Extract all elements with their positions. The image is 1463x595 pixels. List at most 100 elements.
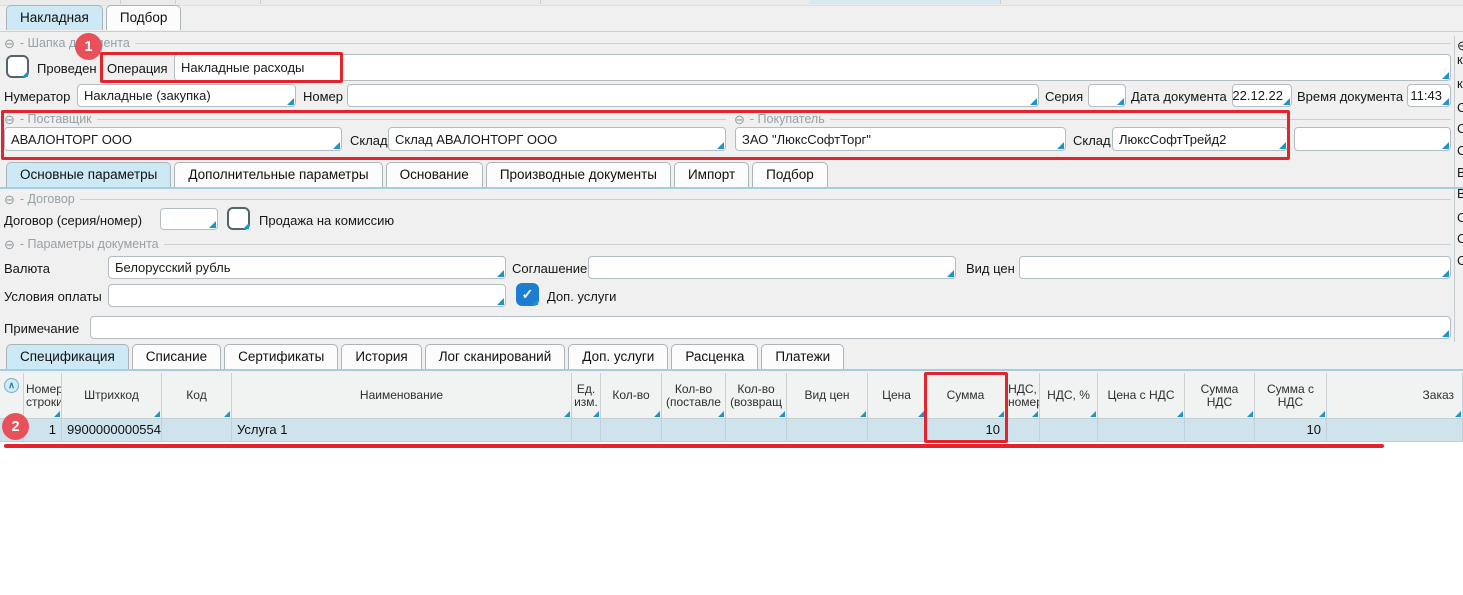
window-tab-1[interactable]: Подбор <box>106 5 182 30</box>
column-header-7[interactable]: Кол-во (возвращ <box>726 373 787 418</box>
clipped-label: С <box>1457 143 1463 159</box>
column-header-label: Цена <box>870 389 923 402</box>
sort-filter-triangle-icon[interactable] <box>1177 411 1183 417</box>
spec-tab-4[interactable]: Лог сканирований <box>425 344 566 369</box>
operation-field[interactable]: Накладные расходы <box>174 54 1451 81</box>
param-tab-0[interactable]: Основные параметры <box>6 162 171 187</box>
sort-filter-triangle-icon[interactable] <box>593 411 599 417</box>
sort-filter-triangle-icon[interactable] <box>224 411 230 417</box>
clipped-label: к <box>1457 52 1463 68</box>
cell-1[interactable]: 9900000000554 <box>62 419 162 441</box>
cell-4[interactable] <box>572 419 601 441</box>
cell-9[interactable] <box>868 419 926 441</box>
column-header-15[interactable]: Сумма с НДС <box>1255 373 1327 418</box>
column-header-2[interactable]: Код <box>162 373 232 418</box>
spec-tab-1[interactable]: Списание <box>132 344 221 369</box>
group-title: Договор <box>20 192 75 206</box>
sort-filter-triangle-icon[interactable] <box>1090 411 1096 417</box>
document-time-field[interactable]: 11:43 <box>1407 84 1451 107</box>
param-tab-5[interactable]: Подбор <box>752 162 828 187</box>
spec-tab-6[interactable]: Расценка <box>671 344 758 369</box>
cell-8[interactable] <box>787 419 868 441</box>
sort-filter-triangle-icon[interactable] <box>779 411 785 417</box>
annotation-badge-2: 2 <box>2 413 29 440</box>
series-field[interactable] <box>1088 84 1126 107</box>
column-header-11[interactable]: НДС, номер <box>1006 373 1040 418</box>
cell-12[interactable] <box>1040 419 1098 441</box>
column-header-0[interactable]: Номер строки <box>24 373 62 418</box>
column-header-13[interactable]: Цена с НДС <box>1098 373 1185 418</box>
spec-tab-7[interactable]: Платежи <box>761 344 844 369</box>
sort-filter-triangle-icon[interactable] <box>564 411 570 417</box>
param-tab-4[interactable]: Импорт <box>674 162 749 187</box>
cell-6[interactable] <box>662 419 726 441</box>
spec-tab-3[interactable]: История <box>341 344 421 369</box>
sort-filter-triangle-icon[interactable] <box>54 411 60 417</box>
numerator-field[interactable]: Накладные (закупка) <box>77 84 296 107</box>
cell-5[interactable] <box>601 419 662 441</box>
parameters-tabbar-underline <box>0 187 1463 189</box>
extra-services-checkbox[interactable]: ✓ <box>516 283 539 306</box>
collapse-group-icon[interactable]: ⊖ <box>4 238 15 251</box>
sort-filter-triangle-icon[interactable] <box>654 411 660 417</box>
number-field[interactable] <box>347 84 1039 107</box>
currency-field[interactable]: Белорусский рубль <box>108 256 506 279</box>
cell-13[interactable] <box>1098 419 1185 441</box>
column-header-9[interactable]: Цена <box>868 373 926 418</box>
column-header-6[interactable]: Кол-во (поставле <box>662 373 726 418</box>
cell-3[interactable]: Услуга 1 <box>232 419 572 441</box>
sort-filter-triangle-icon[interactable] <box>860 411 866 417</box>
column-header-4[interactable]: Ед. изм. <box>572 373 601 418</box>
param-tab-3[interactable]: Производные документы <box>486 162 671 187</box>
document-date-field[interactable]: 22.12.22 <box>1232 84 1292 107</box>
cell-0[interactable]: 1 <box>24 419 62 441</box>
column-header-16[interactable]: Заказ <box>1327 373 1463 418</box>
collapse-group-icon[interactable]: ⊖ <box>4 37 15 50</box>
cell-15[interactable]: 10 <box>1255 419 1327 441</box>
table-row[interactable]: 19900000000554Услуга 11010 <box>0 419 1463 442</box>
price-kind-field[interactable] <box>1019 256 1451 279</box>
column-header-5[interactable]: Кол-во <box>601 373 662 418</box>
column-header-14[interactable]: Сумма НДС <box>1185 373 1255 418</box>
clipped-label: С <box>1457 231 1463 247</box>
spec-tab-2[interactable]: Сертификаты <box>224 344 338 369</box>
sort-filter-triangle-icon[interactable] <box>1319 411 1325 417</box>
column-header-3[interactable]: Наименование <box>232 373 572 418</box>
sort-filter-triangle-icon[interactable] <box>1247 411 1253 417</box>
column-header-label: Вид цен <box>789 389 865 402</box>
app-window: НакладнаяПодбор ⊖ Шапка документа Провед… <box>0 0 1463 595</box>
sort-filter-triangle-icon[interactable] <box>1455 411 1461 417</box>
column-header-label: Кол-во (возвращ <box>728 383 784 409</box>
sort-filter-triangle-icon[interactable] <box>718 411 724 417</box>
column-header-1[interactable]: Штрихкод <box>62 373 162 418</box>
column-header-12[interactable]: НДС, % <box>1040 373 1098 418</box>
posted-label: Проведен <box>37 61 97 76</box>
window-tab-0[interactable]: Накладная <box>6 5 103 30</box>
cell-2[interactable] <box>162 419 232 441</box>
column-header-8[interactable]: Вид цен <box>787 373 868 418</box>
number-label: Номер <box>303 89 343 104</box>
clipped-label: С <box>1457 121 1463 137</box>
cell-7[interactable] <box>726 419 787 441</box>
posted-checkbox[interactable] <box>6 55 29 78</box>
column-header-label: Ед. изм. <box>574 383 598 409</box>
buyer-extra-field[interactable] <box>1294 127 1451 151</box>
column-header-label: Кол-во <box>603 389 659 402</box>
spec-tab-5[interactable]: Доп. услуги <box>568 344 668 369</box>
group-title: Параметры документа <box>20 237 159 251</box>
grid-collapse-button[interactable]: ∧ <box>4 378 19 393</box>
param-tab-2[interactable]: Основание <box>386 162 483 187</box>
cell-16[interactable] <box>1327 419 1463 441</box>
param-tab-1[interactable]: Дополнительные параметры <box>174 162 382 187</box>
cell-14[interactable] <box>1185 419 1255 441</box>
cell-11[interactable] <box>1006 419 1040 441</box>
spec-tab-0[interactable]: Спецификация <box>6 344 129 369</box>
note-field[interactable] <box>90 316 1451 339</box>
commission-checkbox[interactable] <box>227 207 250 230</box>
sort-filter-triangle-icon[interactable] <box>1032 411 1038 417</box>
contract-number-field[interactable] <box>160 208 218 230</box>
agreement-field[interactable] <box>588 256 956 279</box>
collapse-group-icon[interactable]: ⊖ <box>4 193 15 206</box>
sort-filter-triangle-icon[interactable] <box>154 411 160 417</box>
payment-terms-field[interactable] <box>108 284 506 307</box>
